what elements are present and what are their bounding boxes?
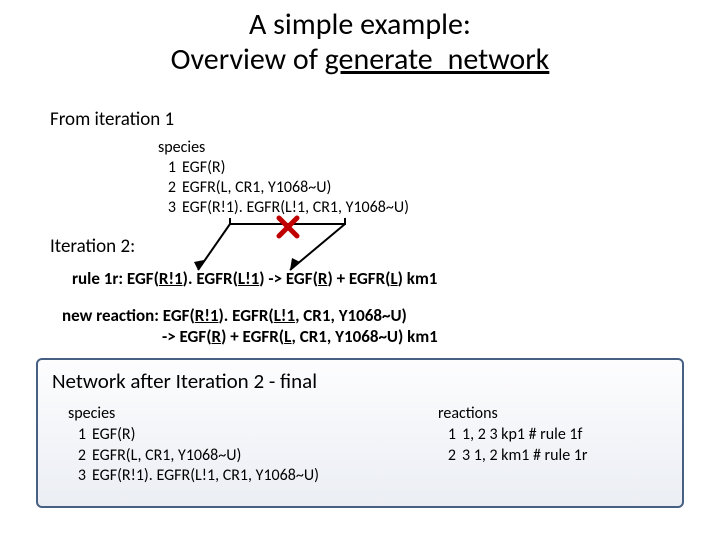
newreact-text: ). EGFR(: [218, 305, 273, 326]
from-iteration-label: From iteration 1: [50, 108, 174, 131]
rule-text: ). EGFR(: [183, 268, 238, 289]
newreact-text: ) + EGFR(: [221, 326, 284, 347]
rule-underline: L: [390, 268, 397, 289]
species-item: 1 EGF(R): [158, 158, 409, 178]
species-item: 2 EGFR(L, CR1, Y1068~U): [68, 446, 438, 467]
reaction-item: 1 1, 2 3 kp1 # rule 1f: [438, 425, 668, 446]
reaction-item: 2 3 1, 2 km1 # rule 1r: [438, 446, 668, 467]
newreact-line2: -> EGF(R) + EGFR(L, CR1, Y1068~U) km1: [162, 326, 438, 347]
title-line-1: A simple example:: [249, 6, 471, 43]
newreact-underline: R: [212, 326, 222, 347]
reaction-text: 3 1, 2 km1 # rule 1r: [462, 446, 587, 465]
iteration-2-label: Iteration 2:: [50, 235, 135, 258]
species-text: EGF(R): [92, 425, 135, 444]
new-reaction-block: new reaction: EGF(R!1). EGFR(L!1, CR1, Y…: [62, 305, 438, 348]
species-num: 3: [68, 466, 86, 487]
newreact-text: new reaction: EGF(: [62, 305, 195, 326]
species-block-top: species 1 EGF(R) 2 EGFR(L, CR1, Y1068~U) 3…: [158, 138, 409, 218]
final-box-title: Network after Iteration 2 - final: [52, 368, 668, 394]
final-reactions-column: reactions 1 1, 2 3 kp1 # rule 1f 2 3 1, 2 …: [438, 404, 668, 487]
newreact-text: , CR1, Y1068~U) km1: [292, 326, 438, 347]
species-num: 3: [158, 198, 176, 218]
newreact-text: , CR1, Y1068~U): [295, 305, 407, 326]
species-num: 2: [158, 178, 176, 198]
final-columns: species 1 EGF(R) 2 EGFR(L, CR1, Y1068~U) 3…: [52, 404, 668, 487]
final-species-column: species 1 EGF(R) 2 EGFR(L, CR1, Y1068~U) 3…: [68, 404, 438, 487]
rule-line: rule 1r: EGF(R!1). EGFR(L!1) -> EGF(R) +…: [72, 268, 437, 289]
species-text: EGF(R!1). EGFR(L!1, CR1, Y1068~U): [92, 466, 319, 485]
newreact-text: -> EGF(: [162, 326, 212, 347]
species-item: 2 EGFR(L, CR1, Y1068~U): [158, 178, 409, 198]
species-item: 3 EGF(R!1). EGFR(L!1, CR1, Y1068~U): [68, 466, 438, 487]
reaction-text: 1, 2 3 kp1 # rule 1f: [462, 425, 582, 444]
species-text: EGF(R!1). EGFR(L!1, CR1, Y1068~U): [182, 198, 409, 217]
species-text: EGFR(L, CR1, Y1068~U): [182, 178, 331, 197]
newreact-underline: L!1: [274, 305, 295, 326]
newreact-underline: R!1: [195, 305, 219, 326]
species-header: species: [158, 138, 409, 158]
slide: A simple example: Overview of generate_n…: [0, 0, 720, 540]
final-species-header: species: [68, 404, 438, 425]
title-line-2-pre: Overview of: [171, 41, 325, 78]
rule-underline: L!1: [238, 268, 259, 289]
slide-title: A simple example: Overview of generate_n…: [0, 8, 720, 77]
rule-underline: R!1: [159, 268, 183, 289]
reaction-num: 1: [438, 425, 456, 446]
title-line-2-underlined: generate_network: [325, 41, 550, 78]
species-item: 3 EGF(R!1). EGFR(L!1, CR1, Y1068~U): [158, 198, 409, 218]
rule-text: ) -> EGF(: [259, 268, 318, 289]
reaction-num: 2: [438, 446, 456, 467]
newreact-underline: L: [284, 326, 291, 347]
species-text: EGF(R): [182, 158, 225, 177]
species-num: 1: [68, 425, 86, 446]
species-num: 2: [68, 446, 86, 467]
rule-text: ) + EGFR(: [327, 268, 390, 289]
species-text: EGFR(L, CR1, Y1068~U): [92, 446, 241, 465]
final-reactions-header: reactions: [438, 404, 668, 425]
rule-text: rule 1r: EGF(: [72, 268, 159, 289]
species-item: 1 EGF(R): [68, 425, 438, 446]
final-network-box: Network after Iteration 2 - final specie…: [36, 358, 684, 508]
rule-text: ) km1: [398, 268, 438, 289]
species-num: 1: [158, 158, 176, 178]
